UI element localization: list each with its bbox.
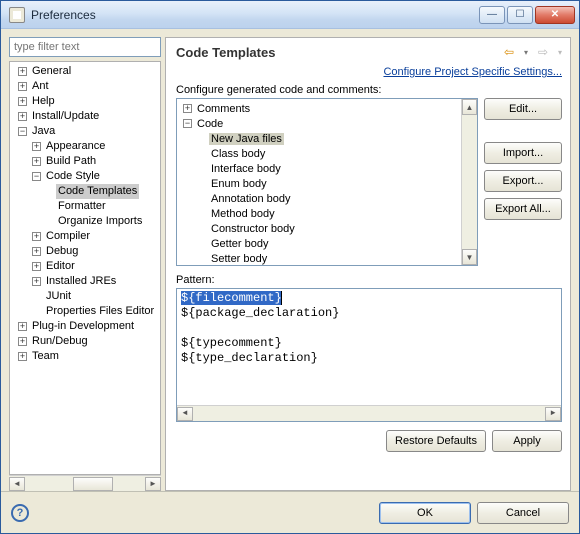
cancel-button[interactable]: Cancel — [477, 502, 569, 524]
nav-java[interactable]: Java — [30, 124, 57, 139]
expand-icon[interactable]: + — [32, 277, 41, 286]
edit-button[interactable]: Edit... — [484, 98, 562, 120]
close-button[interactable]: ✕ — [535, 6, 575, 24]
scroll-right-icon[interactable]: ► — [545, 407, 561, 421]
tmpl-interfacebody[interactable]: Interface body — [209, 163, 283, 175]
template-tree[interactable]: +Comments −Code New Java files Class bod… — [176, 98, 478, 266]
scroll-down-icon[interactable]: ▼ — [462, 249, 477, 265]
nav-editor[interactable]: Editor — [44, 259, 77, 274]
nav-installedjres[interactable]: Installed JREs — [44, 274, 118, 289]
section-label: Configure generated code and comments: — [176, 84, 562, 96]
nav-back-icon[interactable]: ⇦ — [500, 44, 518, 60]
expand-icon[interactable]: + — [32, 142, 41, 151]
exportall-button[interactable]: Export All... — [484, 198, 562, 220]
expand-icon[interactable]: + — [183, 104, 192, 113]
expand-icon[interactable]: + — [18, 67, 27, 76]
tmpl-getterbody[interactable]: Getter body — [209, 238, 270, 250]
tmpl-constructorbody[interactable]: Constructor body — [209, 223, 297, 235]
nav-appearance[interactable]: Appearance — [44, 139, 107, 154]
nav-propfiles[interactable]: Properties Files Editor — [44, 304, 156, 319]
expand-icon[interactable]: + — [18, 97, 27, 106]
expand-icon[interactable]: + — [32, 262, 41, 271]
preferences-window: Preferences — ☐ ✕ +General +Ant +Help +I… — [0, 0, 580, 534]
expand-icon[interactable]: + — [18, 337, 27, 346]
pattern-line: ${type_declaration} — [181, 351, 557, 366]
titlebar[interactable]: Preferences — ☐ ✕ — [1, 1, 579, 29]
nav-install[interactable]: Install/Update — [30, 109, 101, 124]
nav-tree[interactable]: +General +Ant +Help +Install/Update −Jav… — [9, 61, 161, 475]
left-panel: +General +Ant +Help +Install/Update −Jav… — [9, 37, 161, 491]
maximize-button[interactable]: ☐ — [507, 6, 533, 24]
nav-codestyle[interactable]: Code Style — [44, 169, 102, 184]
collapse-icon[interactable]: − — [18, 127, 27, 136]
nav-plugin[interactable]: Plug-in Development — [30, 319, 136, 334]
tmpl-setterbody[interactable]: Setter body — [209, 253, 269, 265]
scroll-right-icon[interactable]: ► — [145, 477, 161, 491]
filter-input[interactable] — [9, 37, 161, 57]
nav-forward-icon: ⇨ — [534, 44, 552, 60]
ok-button[interactable]: OK — [379, 502, 471, 524]
pattern-line: ${filecomment} — [181, 291, 282, 305]
tmpl-newjava[interactable]: New Java files — [209, 133, 284, 145]
tmpl-classbody[interactable]: Class body — [209, 148, 267, 160]
nav-formatter[interactable]: Formatter — [56, 199, 108, 214]
nav-general[interactable]: General — [30, 64, 73, 79]
nav-buildpath[interactable]: Build Path — [44, 154, 98, 169]
pattern-label: Pattern: — [176, 274, 562, 286]
nav-compiler[interactable]: Compiler — [44, 229, 92, 244]
dialog-buttonbar: ? OK Cancel — [1, 491, 579, 533]
app-icon — [9, 7, 25, 23]
expand-icon[interactable]: + — [32, 247, 41, 256]
page-title: Code Templates — [176, 45, 275, 60]
scroll-up-icon[interactable]: ▲ — [462, 99, 477, 115]
pattern-hscrollbar[interactable]: ◄ ► — [177, 405, 561, 421]
tmpl-enumbody[interactable]: Enum body — [209, 178, 269, 190]
expand-icon[interactable]: + — [18, 322, 27, 331]
nav-organize[interactable]: Organize Imports — [56, 214, 144, 229]
import-button[interactable]: Import... — [484, 142, 562, 164]
expand-icon[interactable]: + — [32, 232, 41, 241]
apply-button[interactable]: Apply — [492, 430, 562, 452]
collapse-icon[interactable]: − — [183, 119, 192, 128]
scroll-thumb[interactable] — [73, 477, 113, 491]
expand-icon[interactable]: + — [18, 352, 27, 361]
help-icon[interactable]: ? — [11, 504, 29, 522]
nav-team[interactable]: Team — [30, 349, 61, 364]
tmpl-code[interactable]: Code — [195, 118, 225, 130]
content-panel: Code Templates ⇦ ▾ ⇨ ▾ Configure Project… — [165, 37, 571, 491]
nav-codetemplates[interactable]: Code Templates — [56, 184, 139, 199]
window-title: Preferences — [31, 8, 479, 22]
tmpl-methodbody[interactable]: Method body — [209, 208, 277, 220]
scroll-left-icon[interactable]: ◄ — [177, 407, 193, 421]
export-button[interactable]: Export... — [484, 170, 562, 192]
expand-icon[interactable]: + — [32, 157, 41, 166]
expand-icon[interactable]: + — [18, 82, 27, 91]
nav-debug[interactable]: Debug — [44, 244, 80, 259]
tmpl-comments[interactable]: Comments — [195, 103, 252, 115]
minimize-button[interactable]: — — [479, 6, 505, 24]
pattern-line: ${package_declaration} — [181, 306, 557, 321]
tmpl-annotationbody[interactable]: Annotation body — [209, 193, 293, 205]
template-vscrollbar[interactable]: ▲ ▼ — [461, 99, 477, 265]
client-area: +General +Ant +Help +Install/Update −Jav… — [1, 29, 579, 533]
scroll-left-icon[interactable]: ◄ — [9, 477, 25, 491]
collapse-icon[interactable]: − — [32, 172, 41, 181]
project-settings-link[interactable]: Configure Project Specific Settings... — [176, 66, 562, 78]
pattern-textarea[interactable]: ${filecomment} ${package_declaration} ${… — [176, 288, 562, 422]
nav-junit[interactable]: JUnit — [44, 289, 73, 304]
nav-rundebug[interactable]: Run/Debug — [30, 334, 90, 349]
tree-hscrollbar[interactable]: ◄ ► — [9, 475, 161, 491]
nav-ant[interactable]: Ant — [30, 79, 51, 94]
expand-icon[interactable]: + — [18, 112, 27, 121]
pattern-line: ${typecomment} — [181, 336, 557, 351]
nav-help[interactable]: Help — [30, 94, 57, 109]
restore-defaults-button[interactable]: Restore Defaults — [386, 430, 486, 452]
